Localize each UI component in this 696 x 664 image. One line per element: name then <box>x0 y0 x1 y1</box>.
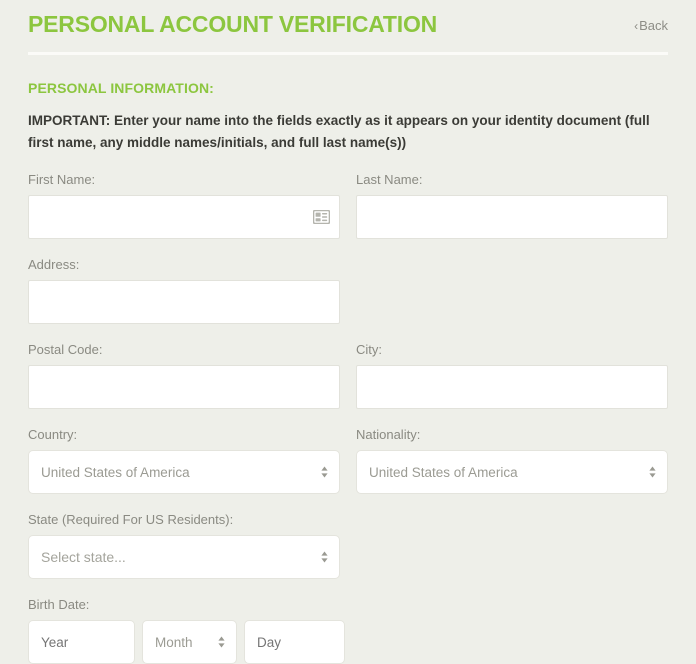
page-header: PERSONAL ACCOUNT VERIFICATION ‹Back <box>0 0 696 52</box>
first-name-label: First Name: <box>28 172 96 187</box>
state-select[interactable]: Select state... <box>28 535 340 579</box>
row-state: State (Required For US Residents): Selec… <box>28 511 668 579</box>
row-postal-city: Postal Code: City: <box>28 341 668 409</box>
row-address: Address: <box>28 256 668 324</box>
birth-month-select[interactable]: Month <box>142 620 237 664</box>
first-name-input-wrap <box>28 195 340 239</box>
birth-day-input[interactable] <box>244 620 345 664</box>
field-country: Country: United States of America <box>28 426 340 494</box>
country-select-wrap: United States of America <box>28 450 340 494</box>
last-name-input[interactable] <box>356 195 668 239</box>
postal-code-input-wrap <box>28 365 340 409</box>
city-input[interactable] <box>356 365 668 409</box>
chevron-left-icon: ‹ <box>634 19 639 33</box>
important-note: IMPORTANT: Enter your name into the fiel… <box>28 113 650 150</box>
field-state: State (Required For US Residents): Selec… <box>28 511 340 579</box>
first-name-input[interactable] <box>28 195 340 239</box>
nationality-label: Nationality: <box>356 427 421 442</box>
field-city: City: <box>356 341 668 409</box>
address-input[interactable] <box>28 280 340 324</box>
birth-date-controls: Month <box>28 620 345 664</box>
field-address: Address: <box>28 256 340 324</box>
last-name-label: Last Name: <box>356 172 423 187</box>
birth-year-input[interactable] <box>28 620 135 664</box>
birth-year-wrap <box>28 620 135 664</box>
birth-month-wrap: Month <box>142 620 237 664</box>
field-birth-date: Birth Date: Month <box>28 596 345 664</box>
nationality-select-wrap: United States of America <box>356 450 668 494</box>
field-nationality: Nationality: United States of America <box>356 426 668 494</box>
row-birth-date: Birth Date: Month <box>28 596 668 664</box>
field-first-name: First Name: <box>28 171 340 239</box>
birth-date-label: Birth Date: <box>28 597 90 612</box>
field-last-name: Last Name: <box>356 171 668 239</box>
country-select[interactable]: United States of America <box>28 450 340 494</box>
state-label: State (Required For US Residents): <box>28 512 234 527</box>
row-name: First Name: Last Name: <box>28 171 668 239</box>
address-input-wrap <box>28 280 340 324</box>
city-label: City: <box>356 342 382 357</box>
page-title: PERSONAL ACCOUNT VERIFICATION <box>28 11 438 37</box>
back-link-label: Back <box>639 18 668 33</box>
city-input-wrap <box>356 365 668 409</box>
back-link[interactable]: ‹Back <box>634 0 668 34</box>
postal-code-input[interactable] <box>28 365 340 409</box>
last-name-input-wrap <box>356 195 668 239</box>
state-select-wrap: Select state... <box>28 535 340 579</box>
nationality-select[interactable]: United States of America <box>356 450 668 494</box>
field-postal-code: Postal Code: <box>28 341 340 409</box>
row-country-nationality: Country: United States of America Nation… <box>28 426 668 494</box>
birth-day-wrap <box>244 620 345 664</box>
verification-page: PERSONAL ACCOUNT VERIFICATION ‹Back PERS… <box>0 0 696 664</box>
form-content: PERSONAL INFORMATION: IMPORTANT: Enter y… <box>0 55 696 664</box>
address-label: Address: <box>28 257 80 272</box>
postal-code-label: Postal Code: <box>28 342 103 357</box>
section-title-personal-information: PERSONAL INFORMATION: <box>28 80 214 96</box>
country-label: Country: <box>28 427 78 442</box>
